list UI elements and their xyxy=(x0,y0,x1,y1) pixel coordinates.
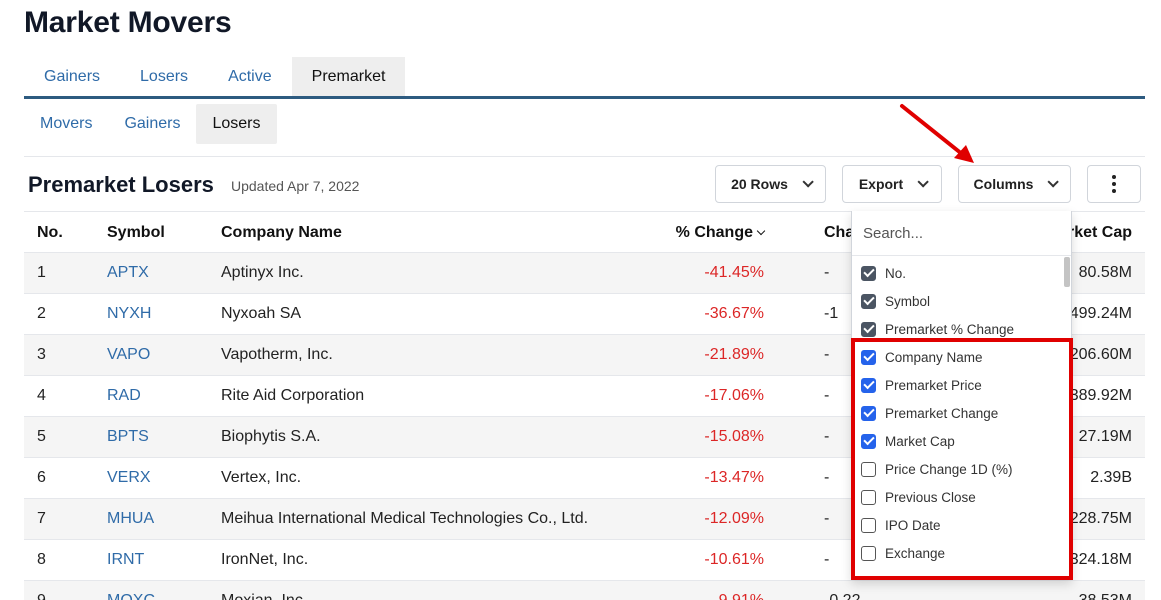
row-symbol-link[interactable]: MHUA xyxy=(107,510,154,528)
row-no: 5 xyxy=(37,428,46,445)
row-market-cap: 389.92M xyxy=(1069,387,1132,404)
sub-tabs: Movers Gainers Losers xyxy=(24,104,277,144)
export-button-label: Export xyxy=(858,176,904,192)
section-title: Premarket Losers xyxy=(28,172,214,197)
updated-timestamp: Updated Apr 7, 2022 xyxy=(231,178,360,194)
row-symbol-link[interactable]: MOXC xyxy=(107,592,155,600)
row-company: IronNet, Inc. xyxy=(221,551,309,568)
row-no: 6 xyxy=(37,469,46,486)
row-no: 2 xyxy=(37,305,46,322)
checkbox-checked-icon[interactable] xyxy=(861,321,876,337)
row-company: Vapotherm, Inc. xyxy=(221,346,333,363)
columns-search-box xyxy=(852,211,1071,256)
annotation-arrow-icon xyxy=(900,104,974,163)
row-market-cap: 80.58M xyxy=(1078,264,1132,281)
header-pct-change[interactable]: % Change xyxy=(675,224,766,242)
rows-button-label: 20 Rows xyxy=(731,176,788,192)
row-company: Meihua International Medical Technologie… xyxy=(221,510,589,527)
column-option-label: Premarket % Change xyxy=(885,321,1015,337)
column-option-label: Symbol xyxy=(885,293,931,309)
annotation-highlight-box xyxy=(851,338,1073,580)
row-change: - xyxy=(824,428,830,445)
row-no: 7 xyxy=(37,510,46,527)
tab-gainers[interactable]: Gainers xyxy=(24,57,120,96)
subtab-movers[interactable]: Movers xyxy=(24,104,108,144)
subtab-gainers[interactable]: Gainers xyxy=(108,104,196,144)
column-option[interactable]: No. xyxy=(861,261,906,285)
header-no[interactable]: No. xyxy=(37,224,63,242)
header-symbol[interactable]: Symbol xyxy=(107,224,165,242)
column-option[interactable]: Symbol xyxy=(861,289,930,313)
table-row: 9 MOXC Moxian, Inc. -9.91% -0.22 38.53M xyxy=(24,581,1145,600)
row-company: Nyxoah SA xyxy=(221,305,302,322)
row-change: -1 xyxy=(824,305,839,322)
row-market-cap: 2.39B xyxy=(1090,469,1132,486)
row-symbol-link[interactable]: APTX xyxy=(107,264,149,282)
columns-search-input[interactable] xyxy=(863,224,1053,242)
row-market-cap: 27.19M xyxy=(1078,428,1132,445)
row-change: -0.22 xyxy=(824,592,860,600)
row-market-cap: 499.24M xyxy=(1069,305,1132,322)
row-market-cap: 206.60M xyxy=(1069,346,1132,363)
tab-losers[interactable]: Losers xyxy=(120,57,208,96)
row-market-cap: 324.18M xyxy=(1069,551,1132,568)
row-company: Rite Aid Corporation xyxy=(221,387,365,404)
header-pct-change-label: % Change xyxy=(675,224,753,241)
row-change: - xyxy=(824,469,830,486)
header-market-cap[interactable]: rket Cap xyxy=(1068,224,1132,242)
row-change: - xyxy=(824,551,830,568)
row-change: - xyxy=(824,264,830,281)
row-company: Aptinyx Inc. xyxy=(221,264,304,281)
header-change[interactable]: Cha xyxy=(824,224,854,242)
row-company: Biophytis S.A. xyxy=(221,428,321,445)
row-pct-change: -13.47% xyxy=(704,469,764,486)
columns-button-label: Columns xyxy=(973,176,1034,192)
sort-desc-icon xyxy=(756,226,766,236)
row-symbol-link[interactable]: IRNT xyxy=(107,551,144,569)
row-no: 4 xyxy=(37,387,46,404)
row-no: 3 xyxy=(37,346,46,363)
row-company: Vertex, Inc. xyxy=(221,469,302,486)
row-pct-change: -12.09% xyxy=(704,510,764,527)
row-symbol-link[interactable]: VAPO xyxy=(107,346,150,364)
row-no: 8 xyxy=(37,551,46,568)
row-market-cap: 38.53M xyxy=(1079,592,1132,600)
subtab-losers[interactable]: Losers xyxy=(196,104,277,144)
chevron-down-icon xyxy=(1047,176,1060,188)
row-pct-change: -10.61% xyxy=(704,551,764,568)
row-company: Moxian, Inc. xyxy=(221,592,307,600)
row-symbol-link[interactable]: RAD xyxy=(107,387,141,405)
row-pct-change: -41.45% xyxy=(704,264,764,281)
header-company[interactable]: Company Name xyxy=(221,224,342,242)
main-tabs: Gainers Losers Active Premarket xyxy=(24,57,1145,99)
row-pct-change: -21.89% xyxy=(704,346,764,363)
checkbox-checked-icon[interactable] xyxy=(861,293,876,309)
row-pct-change: -17.06% xyxy=(704,387,764,404)
tab-premarket[interactable]: Premarket xyxy=(291,57,406,96)
row-symbol-link[interactable]: NYXH xyxy=(107,305,151,323)
row-change: - xyxy=(824,387,830,404)
row-symbol-link[interactable]: BPTS xyxy=(107,428,149,446)
row-pct-change: -15.08% xyxy=(704,428,764,445)
row-pct-change: -9.91% xyxy=(713,592,764,600)
page-title: Market Movers xyxy=(24,6,232,39)
dropdown-scrollbar[interactable] xyxy=(1064,257,1070,287)
row-no: 1 xyxy=(37,264,46,281)
chevron-down-icon xyxy=(917,176,929,188)
row-change: - xyxy=(824,346,830,363)
tab-active[interactable]: Active xyxy=(208,57,292,96)
column-option-label: No. xyxy=(885,265,907,281)
row-market-cap: 228.75M xyxy=(1069,510,1132,527)
more-options-button[interactable] xyxy=(1087,165,1141,203)
chevron-down-icon xyxy=(802,176,814,188)
checkbox-checked-icon[interactable] xyxy=(861,265,876,281)
vertical-dots-icon xyxy=(1112,175,1116,193)
row-symbol-link[interactable]: VERX xyxy=(107,469,151,487)
rows-button[interactable]: 20 Rows xyxy=(715,165,826,203)
row-pct-change: -36.67% xyxy=(704,305,764,322)
row-no: 9 xyxy=(37,592,46,600)
row-change: - xyxy=(824,510,830,527)
